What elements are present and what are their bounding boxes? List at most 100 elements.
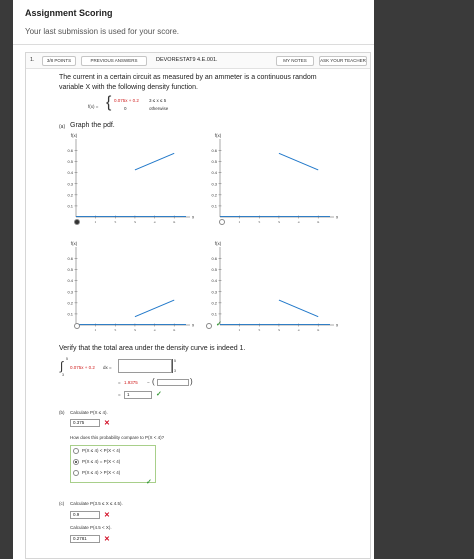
graph-2-svg: f(x) x 0.6 0.5 0.4 0.3 0.2 0.1 1 2 3 4 5 — [211, 133, 339, 225]
y-tick-label: 0.6 — [67, 256, 73, 261]
ask-teacher-button[interactable]: ASK YOUR TEACHER — [319, 56, 367, 66]
y-tick-label: 0.5 — [67, 267, 73, 272]
x-tick-label: 5 — [173, 328, 176, 331]
y-tick-label: 0.2 — [211, 300, 217, 305]
y-tick-label: 0.2 — [67, 192, 73, 197]
eval-bar — [172, 359, 173, 373]
question-toolbar: 1. 3/8 POINTS PREVIOUS ANSWERS DEVORESTA… — [26, 53, 370, 69]
part-c-label: (c) — [59, 501, 65, 506]
graph-1-svg: f(x) x 0.6 0.5 0.4 0.3 0.2 0.1 1 2 3 4 5 — [67, 133, 195, 225]
part-b-option-2-radio[interactable] — [73, 459, 79, 465]
graph-3-radio[interactable] — [74, 323, 80, 329]
y-tick-label: 0.4 — [67, 278, 73, 283]
part-b-option-2-label[interactable]: P(X ≤ 4) = P(X < 4) — [82, 459, 120, 464]
part-a-label: (a) — [59, 124, 66, 130]
x-tick-label: 5 — [317, 220, 320, 223]
y-tick-label: 0.4 — [67, 170, 73, 175]
assignment-page: Assignment Scoring Your last submission … — [13, 0, 374, 559]
part-b-option-1-label[interactable]: P(X ≤ 4) < P(X < 4) — [82, 448, 120, 453]
graph-2-radio[interactable] — [219, 219, 225, 225]
part-c-calc-text-1: Calculate P(3.5 ≤ X ≤ 4.5). — [70, 501, 123, 506]
y-tick-label: 0.5 — [211, 159, 217, 164]
y-tick-label: 0.3 — [211, 181, 217, 186]
piecewise-brace: { — [106, 94, 112, 111]
graph-4-radio[interactable] — [206, 323, 212, 329]
x-tick-label: 4 — [297, 328, 300, 331]
paren-open: ( — [152, 377, 155, 386]
y-tick-label: 0.2 — [67, 300, 73, 305]
y-axis-label: f(x) — [71, 133, 78, 138]
my-notes-button[interactable]: MY NOTES — [276, 56, 314, 66]
total-area-input[interactable]: 1 — [124, 391, 152, 399]
part-c-answer-1-wrong-icon: ✕ — [104, 512, 110, 519]
integral-upper: 5 — [66, 357, 68, 361]
x-tick-label: 2 — [258, 220, 261, 223]
pdf-segment — [278, 152, 319, 171]
graph-option-2: f(x) x 0.6 0.5 0.4 0.3 0.2 0.1 1 2 3 4 5 — [198, 131, 339, 225]
page-subtitle: Your last submission is used for your sc… — [25, 27, 179, 36]
graph-option-4: f(x) x 0.6 0.5 0.4 0.3 0.2 0.1 1 2 3 4 5 — [198, 229, 339, 333]
total-area-correct-icon: ✓ — [156, 391, 162, 398]
x-tick-label: 3 — [134, 220, 137, 223]
part-b-option-3-label[interactable]: P(X ≤ 4) > P(X < 4) — [82, 470, 120, 475]
line2-minus: − — [147, 380, 150, 385]
integrand: 0.075x + 0.2 — [70, 365, 95, 370]
x-tick-label: 2 — [258, 328, 261, 331]
part-b-label: (b) — [59, 410, 65, 415]
previous-answers-button[interactable]: PREVIOUS ANSWERS — [81, 56, 147, 66]
part-b-option-3-radio[interactable] — [73, 470, 79, 476]
paren-close: ) — [190, 377, 193, 386]
y-tick-label: 0.3 — [211, 289, 217, 294]
pdf-segment — [278, 299, 319, 318]
line2-equals: = — [118, 380, 121, 385]
y-tick-label: 0.3 — [67, 181, 73, 186]
part-b-option-1-radio[interactable] — [73, 448, 79, 454]
x-tick-label: 1 — [239, 220, 242, 223]
lower-eval-input[interactable] — [157, 379, 189, 386]
part-c-calc-text-2: Calculate P(4.5 < X). — [70, 525, 112, 530]
page-title: Assignment Scoring — [25, 8, 113, 18]
x-tick-label: 3 — [278, 328, 281, 331]
x-tick-label: 4 — [297, 220, 300, 223]
y-tick-label: 0.1 — [67, 311, 73, 316]
graph-3-svg: f(x) x 0.6 0.5 0.4 0.3 0.2 0.1 1 2 3 4 5 — [67, 241, 195, 333]
part-b-wrong-icon: ✕ — [104, 420, 110, 427]
piece2-condition: otherwise — [149, 106, 169, 111]
y-tick-label: 0.5 — [211, 267, 217, 272]
points-button[interactable]: 3/8 POINTS — [42, 56, 76, 66]
part-b-options-correct-icon: ✓ — [146, 479, 152, 486]
question-number: 1. — [30, 57, 35, 63]
part-b-compare-text: How does this probability compare to P(X… — [70, 435, 165, 440]
antiderivative-input[interactable] — [118, 359, 172, 373]
graph-option-1: f(x) x 0.6 0.5 0.4 0.3 0.2 0.1 1 2 3 4 5 — [54, 131, 195, 225]
line3-equals: = — [118, 392, 121, 397]
x-tick-label: 2 — [114, 220, 117, 223]
y-axis-label: f(x) — [71, 241, 78, 246]
x-tick-label: 1 — [95, 328, 98, 331]
x-tick-label: 5 — [173, 220, 176, 223]
piece2-expression: 0 — [124, 106, 127, 111]
y-tick-label: 0.1 — [211, 311, 217, 316]
verify-text: Verify that the total area under the den… — [59, 345, 246, 352]
y-tick-label: 0.6 — [211, 148, 217, 153]
y-tick-label: 0.6 — [211, 256, 217, 261]
part-c-answer-2-input[interactable]: 0.2781 — [70, 535, 100, 543]
part-c-answer-1-input[interactable]: 0.9 — [70, 511, 100, 519]
part-b-calc-text: Calculate P(X ≤ 4). — [70, 410, 108, 415]
pdf-segment — [134, 152, 175, 171]
x-axis-label: x — [192, 215, 194, 220]
line2-value: 1.9375 — [124, 380, 138, 385]
graph-1-radio[interactable] — [74, 219, 80, 225]
x-axis-label: x — [336, 215, 338, 220]
x-axis-label: x — [192, 323, 194, 328]
y-tick-label: 0.1 — [211, 203, 217, 208]
x-tick-label: 2 — [114, 328, 117, 331]
y-tick-label: 0.5 — [67, 159, 73, 164]
part-b-answer-input[interactable]: 0.375 — [70, 419, 100, 427]
x-tick-label: 4 — [153, 328, 156, 331]
x-tick-label: 4 — [153, 220, 156, 223]
eval-bar-upper: 5 — [174, 359, 176, 363]
eval-bar-lower: 3 — [174, 369, 176, 373]
x-tick-label: 5 — [317, 328, 320, 331]
x-axis-label: x — [336, 323, 338, 328]
